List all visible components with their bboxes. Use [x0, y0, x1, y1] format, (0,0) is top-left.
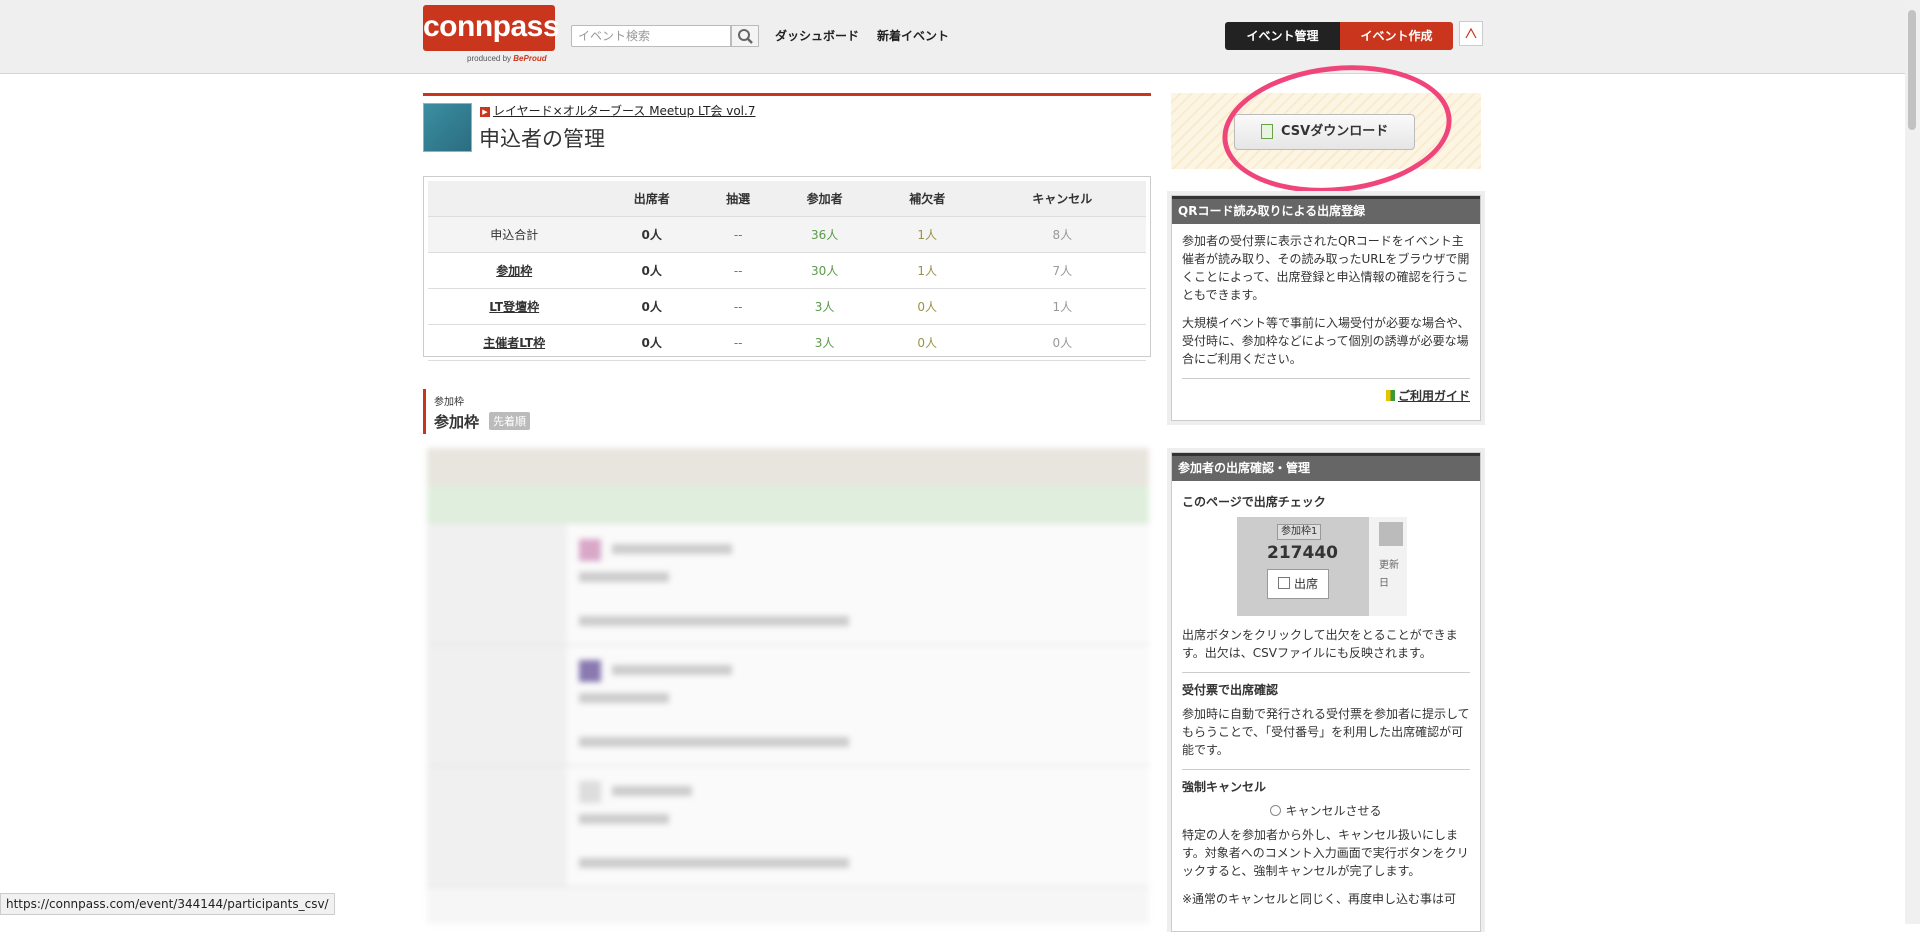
cell-cancel: 0人	[978, 324, 1146, 361]
cell-attendees: 0人	[600, 252, 704, 289]
nav-new-events[interactable]: 新着イベント	[877, 27, 949, 44]
demo-right: 更新日	[1369, 517, 1407, 616]
blurred-header	[427, 448, 1149, 486]
table-row: LT登壇枠 0人 -- 3人 0人 1人	[428, 288, 1146, 325]
ticket-heading: 受付票で出席確認	[1182, 683, 1279, 697]
blurred-column-header	[427, 486, 1149, 524]
attendance-panel-title: 参加者の出席確認・管理	[1172, 453, 1480, 481]
list-item	[427, 524, 1149, 645]
header-cell: 参加者	[773, 181, 876, 217]
user-avatar-icon	[1465, 27, 1477, 39]
demo-tag: 参加枠1	[1277, 524, 1322, 540]
cell-attendees: 0人	[600, 324, 704, 361]
check-text: 出席ボタンをクリックして出欠をとることができます。出欠は、CSVファイルにも反映…	[1182, 628, 1458, 660]
cell-participants: 30人	[773, 252, 876, 289]
event-create-button[interactable]: イベント作成	[1340, 22, 1453, 50]
list-item	[427, 645, 1149, 766]
title-accent-line	[423, 93, 1151, 96]
cell-cancel: 7人	[978, 252, 1146, 289]
qr-panel: QRコード読み取りによる出席登録 参加者の受付票に表示されたQRコードをイベント…	[1171, 195, 1481, 421]
force-cancel-link[interactable]: キャンセルさせる	[1182, 802, 1470, 820]
play-icon: ▶	[480, 106, 490, 117]
cell-waitlist: 1人	[875, 252, 979, 289]
qr-panel-text: 大規模イベント等で事前に入場受付が必要な場合や、受付時に、参加枠などによって個別…	[1182, 316, 1470, 366]
beginner-leaf-icon	[1385, 390, 1395, 401]
section-title: 参加枠	[434, 413, 480, 431]
table-row: 主催者LT枠 0人 -- 3人 0人 0人	[428, 324, 1146, 361]
cell-attendees: 0人	[600, 216, 704, 253]
section-heading: 参加枠 参加枠 先着順	[423, 389, 531, 434]
cell-waitlist: 1人	[875, 216, 979, 253]
cell-lottery: --	[703, 288, 774, 325]
logo-subtitle: produced by BeProud	[467, 54, 547, 63]
page-title: 申込者の管理	[479, 127, 605, 151]
header-cell	[428, 181, 601, 217]
cell-waitlist: 0人	[875, 288, 979, 325]
row-name-link[interactable]: 参加枠	[496, 264, 532, 278]
guide-link[interactable]: ご利用ガイド	[1398, 389, 1470, 403]
cell-cancel: 8人	[978, 216, 1146, 253]
row-name-link[interactable]: LT登壇枠	[489, 300, 539, 314]
ticket-text: 参加時に自動で発行される受付票を参加者に提示してもらうことで、「受付番号」を利用…	[1182, 707, 1470, 757]
demo-right-text: 更新日	[1379, 560, 1399, 589]
checkbox-icon	[1277, 577, 1290, 589]
section-tag: 先着順	[489, 412, 531, 430]
summary-table: 出席者 抽選 参加者 補欠者 キャンセル 申込合計 0人 -- 36人 1人 8…	[423, 176, 1151, 361]
connpass-logo[interactable]: connpass	[423, 5, 560, 51]
cell-lottery: --	[703, 252, 774, 289]
cell-participants: 36人	[773, 216, 876, 253]
nav-dashboard[interactable]: ダッシュボード	[775, 27, 859, 44]
force-cancel-heading: 強制キャンセル	[1182, 780, 1267, 794]
summary-header-row: 出席者 抽選 参加者 補欠者 キャンセル	[428, 181, 1146, 217]
cell-lottery: --	[703, 324, 774, 361]
check-heading: このページで出席チェック	[1182, 495, 1326, 509]
header-cell: 抽選	[703, 181, 774, 217]
list-item	[427, 766, 1149, 887]
event-manage-button[interactable]: イベント管理	[1225, 22, 1340, 50]
highlight-circle	[1216, 54, 1458, 204]
user-menu-button[interactable]	[1459, 21, 1483, 46]
table-row: 申込合計 0人 -- 36人 1人 8人	[428, 216, 1146, 253]
table-row: 参加枠 0人 -- 30人 1人 7人	[428, 252, 1146, 289]
row-name-link[interactable]: 主催者LT枠	[483, 336, 545, 350]
search-input[interactable]: イベント検索	[571, 25, 731, 47]
prohibited-icon	[1270, 805, 1282, 816]
demo-attend-button: 出席	[1267, 569, 1329, 599]
header-cell: 出席者	[600, 181, 704, 217]
header: connpass produced by BeProud イベント検索 ダッシュ…	[0, 0, 1905, 74]
force-cancel-text: 特定の人を参加者から外し、キャンセル扱いにします。対象者へのコメント入力画面で実…	[1182, 828, 1469, 878]
cell-lottery: --	[703, 216, 774, 253]
row-name: 申込合計	[428, 216, 601, 253]
participant-list-blurred	[427, 448, 1149, 924]
cell-participants: 3人	[773, 288, 876, 325]
status-bar-url: https://connpass.com/event/344144/partic…	[0, 893, 335, 915]
demo-number: 217440	[1267, 543, 1338, 563]
event-title-link[interactable]: レイヤード×オルターブース Meetup LT会 vol.7	[493, 104, 755, 118]
qr-panel-title: QRコード読み取りによる出席登録	[1172, 196, 1480, 224]
event-link[interactable]: ▶ レイヤード×オルターブース Meetup LT会 vol.7	[480, 102, 755, 119]
cell-cancel: 1人	[978, 288, 1146, 325]
page-scrollbar[interactable]	[1905, 0, 1920, 924]
search-button[interactable]	[731, 25, 759, 47]
scrollbar-thumb[interactable]	[1908, 10, 1916, 130]
search-icon	[738, 29, 753, 44]
event-thumbnail[interactable]	[423, 103, 472, 152]
cell-waitlist: 0人	[875, 324, 979, 361]
user-icon	[1379, 522, 1403, 546]
note-text: ※通常のキャンセルと同じく、再度申し込む事は可	[1182, 892, 1457, 906]
cell-participants: 3人	[773, 324, 876, 361]
section-small-label: 参加枠	[434, 397, 464, 408]
header-cell: 補欠者	[875, 181, 979, 217]
attendance-panel: 参加者の出席確認・管理 このページで出席チェック 参加枠1 217440 出席 …	[1171, 452, 1481, 932]
cell-attendees: 0人	[600, 288, 704, 325]
qr-panel-text: 参加者の受付票に表示されたQRコードをイベント主催者が読み取り、その読み取ったU…	[1182, 234, 1470, 302]
attendance-demo: 参加枠1 217440 出席 更新日	[1237, 517, 1407, 616]
header-cell: キャンセル	[978, 181, 1146, 217]
